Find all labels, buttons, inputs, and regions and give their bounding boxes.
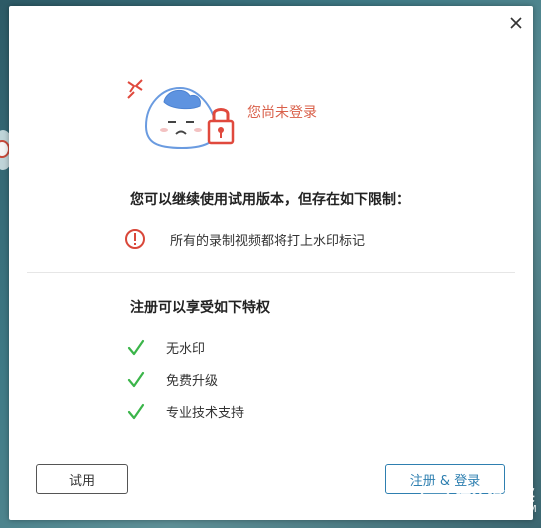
benefits-heading: 注册可以享受如下特权: [130, 300, 270, 316]
anger-mark-icon: [127, 79, 143, 99]
benefit-item: 无水印: [127, 338, 205, 357]
login-status-text: 您尚未登录: [247, 105, 317, 121]
close-icon[interactable]: [507, 14, 525, 32]
login-prompt-dialog: 您尚未登录 您可以继续使用试用版本，但存在如下限制： 所有的录制视频都将打上水印…: [9, 6, 533, 520]
lock-icon: [207, 108, 235, 145]
warning-circle-icon: [125, 229, 145, 249]
sad-mascot-lock-illustration: [127, 79, 235, 150]
watermark-cn-text: 什么值得买: [456, 486, 537, 505]
benefit-text: 免费升级: [166, 374, 219, 389]
check-icon: [127, 339, 145, 355]
benefit-item: 免费升级: [127, 370, 218, 389]
trial-button[interactable]: 试用: [36, 464, 128, 494]
trial-restrictions-heading: 您可以继续使用试用版本，但存在如下限制：: [130, 192, 410, 208]
restriction-text: 所有的录制视频都将打上水印标记: [170, 233, 366, 249]
check-icon: [127, 403, 145, 419]
section-divider: [27, 272, 515, 273]
smzdm-logo-icon: [419, 485, 451, 517]
restriction-item: 所有的录制视频都将打上水印标记: [124, 228, 365, 250]
benefit-item: 专业技术支持: [127, 402, 244, 421]
smzdm-watermark: 什么值得买 SMZDM.COM: [418, 484, 539, 518]
watermark-en-text: SMZDM.COM: [456, 503, 539, 515]
benefit-text: 专业技术支持: [166, 406, 245, 421]
check-icon: [127, 371, 145, 387]
benefit-text: 无水印: [166, 342, 206, 357]
